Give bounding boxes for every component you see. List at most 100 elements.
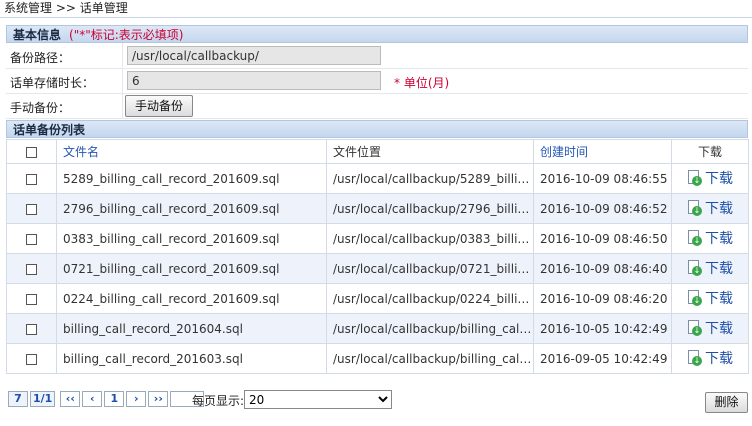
retention-unit: * 单位(月): [394, 76, 450, 90]
row-location: /usr/local/callbackup/2796_billing...: [326, 193, 534, 224]
table-row: 5289_billing_call_record_201609.sql/usr/…: [6, 163, 749, 194]
row-checkbox[interactable]: [26, 323, 37, 335]
download-label: 下载: [705, 171, 733, 187]
download-icon: ↓: [687, 230, 702, 246]
row-checkbox-cell: [6, 343, 57, 374]
download-label: 下载: [705, 201, 733, 217]
download-label: 下载: [705, 321, 733, 337]
row-download-cell: ↓ 下载: [671, 313, 749, 344]
row-location: /usr/local/callbackup/billing_call_r...: [326, 343, 534, 374]
breadcrumb-divider: [0, 17, 752, 18]
manual-backup-label: 手动备份：: [10, 101, 71, 115]
download-label: 下载: [705, 231, 733, 247]
download-link[interactable]: ↓ 下载: [687, 228, 733, 248]
table-row: billing_call_record_201604.sql/usr/local…: [6, 313, 749, 344]
per-page-select[interactable]: 20: [244, 390, 392, 409]
col-filename[interactable]: 文件名: [56, 139, 327, 164]
prev-page-button[interactable]: ‹: [82, 391, 103, 407]
row-created: 2016-10-09 08:46:40: [533, 253, 672, 284]
row-checkbox[interactable]: [26, 203, 37, 215]
backup-list-title: 话单备份列表: [13, 123, 86, 137]
retention-input[interactable]: [127, 71, 381, 90]
page-indicator: 1/1: [30, 391, 56, 407]
row-checkbox[interactable]: [26, 263, 37, 275]
download-link[interactable]: ↓ 下载: [687, 198, 733, 218]
row-checkbox-cell: [6, 283, 57, 314]
required-hint: ("*"标记:表示必填项): [69, 28, 184, 42]
manual-backup-row: 手动备份： 手动备份: [6, 93, 748, 119]
download-link[interactable]: ↓ 下载: [687, 348, 733, 368]
download-icon: ↓: [687, 170, 702, 186]
basic-info-title: 基本信息: [13, 28, 62, 42]
table-header-row: 文件名 文件位置 创建时间 下载: [6, 139, 749, 164]
row-filename: billing_call_record_201604.sql: [56, 313, 327, 344]
backup-path-input[interactable]: [127, 46, 381, 65]
row-location: /usr/local/callbackup/0224_billing...: [326, 283, 534, 314]
row-checkbox-cell: [6, 223, 57, 254]
row-filename: 0383_billing_call_record_201609.sql: [56, 223, 327, 254]
row-download-cell: ↓ 下载: [671, 253, 749, 284]
download-link[interactable]: ↓ 下载: [687, 168, 733, 188]
breadcrumb: 系统管理 >> 话单管理: [4, 1, 128, 15]
row-checkbox[interactable]: [26, 233, 37, 245]
manual-backup-button[interactable]: 手动备份: [125, 95, 193, 117]
select-all-checkbox[interactable]: [26, 146, 37, 158]
row-created: 2016-10-09 08:46:20: [533, 283, 672, 314]
row-checkbox-cell: [6, 163, 57, 194]
retention-label: 话单存储时长：: [10, 76, 95, 90]
row-checkbox[interactable]: [26, 173, 37, 185]
row-download-cell: ↓ 下载: [671, 283, 749, 314]
row-download-cell: ↓ 下载: [671, 163, 749, 194]
row-filename: 0721_billing_call_record_201609.sql: [56, 253, 327, 284]
table-row: 0721_billing_call_record_201609.sql/usr/…: [6, 253, 749, 284]
row-checkbox-cell: [6, 253, 57, 284]
row-created: 2016-09-05 10:42:49: [533, 343, 672, 374]
backup-list-header: 话单备份列表: [6, 120, 748, 138]
col-download: 下载: [671, 139, 749, 164]
download-label: 下载: [705, 351, 733, 367]
row-checkbox[interactable]: [26, 293, 37, 305]
row-location: /usr/local/callbackup/5289_billing...: [326, 163, 534, 194]
download-link[interactable]: ↓ 下载: [687, 258, 733, 278]
first-page-button[interactable]: ‹‹: [60, 391, 81, 407]
row-filename: 5289_billing_call_record_201609.sql: [56, 163, 327, 194]
select-all-cell: [6, 139, 57, 164]
table-row: billing_call_record_201603.sql/usr/local…: [6, 343, 749, 374]
download-link[interactable]: ↓ 下载: [687, 318, 733, 338]
download-icon: ↓: [687, 350, 702, 366]
per-page-label: 每页显示:: [192, 394, 245, 408]
last-page-button[interactable]: ››: [148, 391, 169, 407]
row-filename: 2796_billing_call_record_201609.sql: [56, 193, 327, 224]
row-location: /usr/local/callbackup/0383_billing...: [326, 223, 534, 254]
row-checkbox-cell: [6, 313, 57, 344]
delete-button[interactable]: 删除: [705, 392, 748, 413]
download-icon: ↓: [687, 320, 702, 336]
next-page-button[interactable]: ›: [126, 391, 147, 407]
row-created: 2016-10-09 08:46:55: [533, 163, 672, 194]
row-created: 2016-10-09 08:46:52: [533, 193, 672, 224]
backup-path-row: 备份路径：: [6, 43, 748, 69]
row-location: /usr/local/callbackup/0721_billing...: [326, 253, 534, 284]
row-checkbox-cell: [6, 193, 57, 224]
row-filename: billing_call_record_201603.sql: [56, 343, 327, 374]
download-icon: ↓: [687, 260, 702, 276]
page-1-button[interactable]: 1: [104, 391, 125, 407]
download-link[interactable]: ↓ 下载: [687, 288, 733, 308]
row-created: 2016-10-09 08:46:50: [533, 223, 672, 254]
row-download-cell: ↓ 下载: [671, 193, 749, 224]
row-filename: 0224_billing_call_record_201609.sql: [56, 283, 327, 314]
download-label: 下载: [705, 261, 733, 277]
row-download-cell: ↓ 下载: [671, 343, 749, 374]
table-row: 0224_billing_call_record_201609.sql/usr/…: [6, 283, 749, 314]
row-location: /usr/local/callbackup/billing_call_r...: [326, 313, 534, 344]
col-created[interactable]: 创建时间: [533, 139, 672, 164]
backup-table: 文件名 文件位置 创建时间 下载 5289_billing_call_recor…: [6, 139, 749, 374]
backup-path-label: 备份路径：: [10, 51, 71, 65]
table-row: 2796_billing_call_record_201609.sql/usr/…: [6, 193, 749, 224]
download-icon: ↓: [687, 290, 702, 306]
row-checkbox[interactable]: [26, 353, 37, 365]
table-row: 0383_billing_call_record_201609.sql/usr/…: [6, 223, 749, 254]
download-icon: ↓: [687, 200, 702, 216]
basic-info-header: 基本信息 ("*"标记:表示必填项): [6, 25, 748, 43]
row-download-cell: ↓ 下载: [671, 223, 749, 254]
